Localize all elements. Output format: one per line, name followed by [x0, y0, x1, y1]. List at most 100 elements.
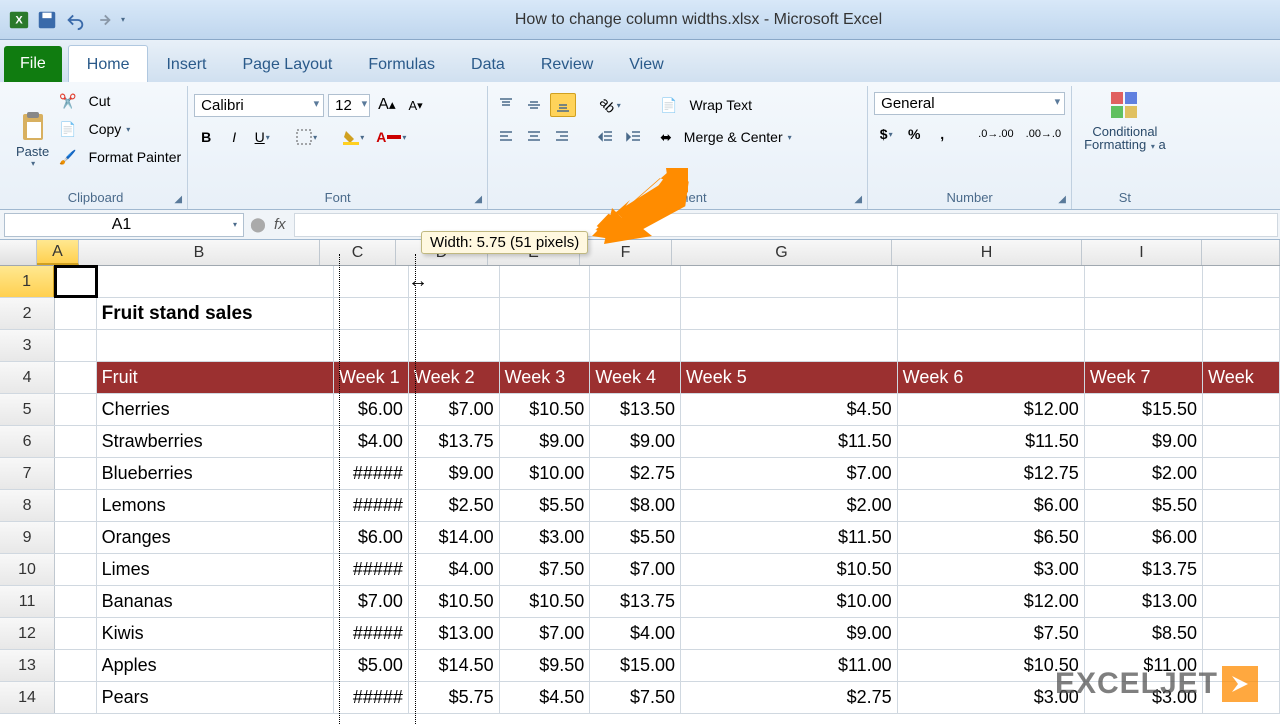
- price-cell[interactable]: $3.00: [898, 554, 1085, 585]
- cell[interactable]: [1203, 298, 1280, 329]
- cell[interactable]: [1203, 266, 1280, 297]
- fill-color-button[interactable]: ▾: [339, 125, 368, 149]
- price-cell[interactable]: $13.75: [590, 586, 681, 617]
- tab-review[interactable]: Review: [523, 46, 611, 82]
- price-cell[interactable]: $11.50: [898, 426, 1085, 457]
- increase-decimal-button[interactable]: .0→.00: [974, 122, 1017, 146]
- select-all-corner[interactable]: [0, 240, 37, 265]
- price-cell[interactable]: $14.00: [409, 522, 500, 553]
- cell[interactable]: [1203, 522, 1280, 553]
- row-header-12[interactable]: 12: [0, 618, 55, 649]
- paste-button[interactable]: Paste ▾: [10, 88, 55, 190]
- price-cell[interactable]: $11.00: [681, 650, 898, 681]
- price-cell[interactable]: $2.75: [590, 458, 681, 489]
- align-middle-button[interactable]: [522, 93, 546, 117]
- row-header-13[interactable]: 13: [0, 650, 55, 681]
- price-cell[interactable]: $9.00: [1085, 426, 1203, 457]
- clipboard-launcher-icon[interactable]: ◢: [171, 192, 185, 206]
- merge-center-button[interactable]: ⬌ Merge & Center▾: [660, 124, 791, 150]
- cell[interactable]: [500, 330, 591, 361]
- shrink-font-button[interactable]: A▾: [404, 93, 428, 117]
- cell[interactable]: [55, 554, 97, 585]
- table-header[interactable]: Week 3: [500, 362, 591, 393]
- price-cell[interactable]: $10.50: [681, 554, 898, 585]
- cell[interactable]: [97, 266, 334, 297]
- price-cell[interactable]: $6.00: [1085, 522, 1203, 553]
- undo-icon[interactable]: [64, 9, 86, 31]
- orientation-button[interactable]: ab▾: [596, 93, 625, 117]
- row-header-9[interactable]: 9: [0, 522, 55, 553]
- tab-insert[interactable]: Insert: [148, 46, 224, 82]
- table-header[interactable]: Week 6: [898, 362, 1085, 393]
- price-cell[interactable]: $12.75: [898, 458, 1085, 489]
- cell[interactable]: [1203, 458, 1280, 489]
- price-cell[interactable]: $12.00: [898, 586, 1085, 617]
- price-cell[interactable]: $9.00: [590, 426, 681, 457]
- col-header-H[interactable]: H: [892, 240, 1082, 265]
- decrease-decimal-button[interactable]: .00→.0: [1022, 122, 1065, 146]
- tab-data[interactable]: Data: [453, 46, 523, 82]
- cell[interactable]: [55, 618, 97, 649]
- price-cell[interactable]: #####: [334, 618, 409, 649]
- tab-home[interactable]: Home: [68, 45, 149, 82]
- cell[interactable]: [681, 330, 898, 361]
- fruit-name[interactable]: Cherries: [97, 394, 334, 425]
- cell[interactable]: [681, 298, 898, 329]
- row-header-14[interactable]: 14: [0, 682, 55, 713]
- align-bottom-button[interactable]: [550, 93, 576, 117]
- cell[interactable]: [1203, 394, 1280, 425]
- price-cell[interactable]: $6.00: [334, 394, 409, 425]
- fruit-name[interactable]: Bananas: [97, 586, 334, 617]
- row-header-3[interactable]: 3: [0, 330, 55, 361]
- price-cell[interactable]: $14.50: [409, 650, 500, 681]
- price-cell[interactable]: $5.00: [334, 650, 409, 681]
- price-cell[interactable]: $13.75: [1085, 554, 1203, 585]
- cell[interactable]: [55, 426, 97, 457]
- price-cell[interactable]: $9.50: [500, 650, 591, 681]
- cell[interactable]: [590, 298, 681, 329]
- cell[interactable]: [55, 586, 97, 617]
- price-cell[interactable]: $4.00: [590, 618, 681, 649]
- price-cell[interactable]: $2.50: [409, 490, 500, 521]
- price-cell[interactable]: $2.00: [681, 490, 898, 521]
- price-cell[interactable]: $11.50: [681, 426, 898, 457]
- table-header[interactable]: Week 5: [681, 362, 898, 393]
- wrap-text-button[interactable]: 📄 Wrap Text: [660, 92, 791, 118]
- sheet-title[interactable]: Fruit stand sales: [97, 298, 334, 329]
- table-header[interactable]: Week 2: [409, 362, 500, 393]
- cell[interactable]: [1085, 266, 1203, 297]
- price-cell[interactable]: $4.50: [500, 682, 591, 713]
- tab-view[interactable]: View: [611, 46, 681, 82]
- cell[interactable]: [334, 266, 409, 297]
- price-cell[interactable]: #####: [334, 554, 409, 585]
- col-header-B[interactable]: B: [79, 240, 320, 265]
- fruit-name[interactable]: Pears: [97, 682, 334, 713]
- row-header-1[interactable]: 1: [0, 266, 55, 297]
- cell[interactable]: [1203, 586, 1280, 617]
- fruit-name[interactable]: Oranges: [97, 522, 334, 553]
- cell[interactable]: [681, 266, 898, 297]
- cell[interactable]: [1085, 298, 1203, 329]
- row-header-4[interactable]: 4: [0, 362, 55, 393]
- price-cell[interactable]: $10.00: [681, 586, 898, 617]
- row-header-11[interactable]: 11: [0, 586, 55, 617]
- tab-formulas[interactable]: Formulas: [350, 46, 453, 82]
- price-cell[interactable]: $6.00: [334, 522, 409, 553]
- price-cell[interactable]: $10.50: [500, 586, 591, 617]
- price-cell[interactable]: $7.00: [681, 458, 898, 489]
- cell[interactable]: [55, 490, 97, 521]
- fruit-name[interactable]: Blueberries: [97, 458, 334, 489]
- price-cell[interactable]: $15.00: [590, 650, 681, 681]
- align-center-button[interactable]: [522, 125, 546, 149]
- cell[interactable]: [500, 266, 591, 297]
- name-box[interactable]: A1 ▾: [4, 213, 244, 237]
- cell[interactable]: [1203, 554, 1280, 585]
- tab-file[interactable]: File: [4, 46, 62, 82]
- align-top-button[interactable]: [494, 93, 518, 117]
- font-launcher-icon[interactable]: ◢: [471, 192, 485, 206]
- price-cell[interactable]: $6.50: [898, 522, 1085, 553]
- cell[interactable]: [55, 362, 97, 393]
- fruit-name[interactable]: Strawberries: [97, 426, 334, 457]
- cell[interactable]: [55, 458, 97, 489]
- table-header[interactable]: Fruit: [97, 362, 334, 393]
